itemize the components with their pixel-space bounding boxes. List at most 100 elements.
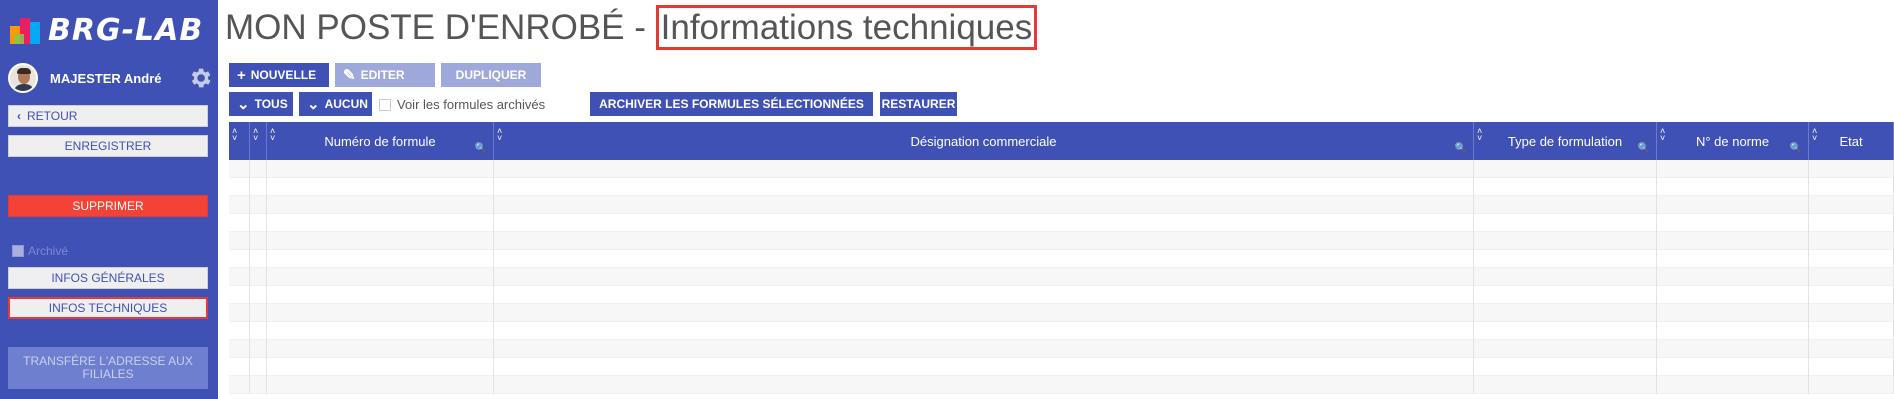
archive-selected-button[interactable]: ARCHIVER LES FORMULES SÉLECTIONNÉES: [590, 92, 873, 116]
table-cell: [494, 322, 1474, 340]
table-cell: [267, 160, 494, 178]
table-cell: [1657, 250, 1809, 268]
page-title-highlight: Informations techniques: [655, 5, 1038, 50]
show-archived-checkbox[interactable]: Voir les formules archivés: [379, 97, 545, 112]
table-cell: [1474, 160, 1657, 178]
header-label: Désignation commerciale: [910, 133, 1057, 149]
table-cell: [1657, 322, 1809, 340]
table-cell: [1809, 214, 1894, 232]
table-cell: [229, 232, 250, 250]
duplicate-button-label: DUPLIQUER: [455, 68, 527, 82]
table-cell: [1657, 214, 1809, 232]
header-col-norm-number[interactable]: ˄ ˅ N° de norme 🔍: [1657, 122, 1809, 160]
table-row: [229, 178, 1894, 196]
search-icon[interactable]: 🔍: [1455, 143, 1467, 154]
table-row: [229, 214, 1894, 232]
table-cell: [1657, 358, 1809, 376]
table-cell: [1474, 178, 1657, 196]
new-button-label: NOUVELLE: [250, 68, 317, 82]
header-col-checkbox[interactable]: ˄ ˅: [229, 122, 250, 160]
table-body: [229, 160, 1894, 399]
app-root: BRG-LAB MAJESTER André ‹ RETOUR ENREGIST…: [0, 0, 1894, 399]
sidebar: BRG-LAB MAJESTER André ‹ RETOUR ENREGIST…: [0, 0, 218, 399]
table-row: [229, 250, 1894, 268]
header-col-commercial-name[interactable]: ˄ ˅ Désignation commerciale 🔍: [494, 122, 1474, 160]
table-cell: [1809, 376, 1894, 394]
chevron-left-icon: ‹: [17, 109, 21, 123]
table-cell: [229, 376, 250, 394]
header-col-selector[interactable]: ˄ ˅: [250, 122, 267, 160]
sort-icon[interactable]: ˄ ˅: [1660, 127, 1665, 143]
logo-icon: [10, 18, 40, 44]
select-all-button[interactable]: ⌄ TOUS: [229, 92, 293, 116]
table-cell: [494, 304, 1474, 322]
table-cell: [267, 304, 494, 322]
duplicate-button[interactable]: DUPLIQUER: [441, 63, 541, 87]
sort-icon[interactable]: ˄ ˅: [232, 127, 237, 143]
search-icon[interactable]: 🔍: [1790, 143, 1802, 154]
table-cell: [267, 196, 494, 214]
table-row: [229, 268, 1894, 286]
table-cell: [267, 214, 494, 232]
table-cell: [250, 214, 267, 232]
select-none-label: AUCUN: [324, 97, 368, 111]
sort-icon[interactable]: ˄ ˅: [270, 127, 275, 143]
sort-icon[interactable]: ˄ ˅: [1812, 127, 1817, 143]
search-icon[interactable]: 🔍: [475, 143, 487, 154]
table-cell: [267, 322, 494, 340]
table-cell: [267, 340, 494, 358]
table-cell: [1657, 232, 1809, 250]
user-panel: MAJESTER André: [8, 62, 213, 94]
sort-icon[interactable]: ˄ ˅: [1477, 127, 1482, 143]
back-button-label: RETOUR: [27, 109, 78, 123]
table-cell: [229, 304, 250, 322]
table-cell: [267, 232, 494, 250]
table-cell: [1474, 304, 1657, 322]
table-cell: [1474, 322, 1657, 340]
table-cell: [1809, 196, 1894, 214]
table-cell: [267, 286, 494, 304]
header-col-formulation-type[interactable]: ˄ ˅ Type de formulation 🔍: [1474, 122, 1657, 160]
back-button[interactable]: ‹ RETOUR: [8, 105, 208, 127]
table-cell: [229, 286, 250, 304]
table-cell: [1657, 376, 1809, 394]
table-cell: [1657, 178, 1809, 196]
page-title-prefix: MON POSTE D'ENROBÉ -: [225, 8, 656, 47]
table-cell: [250, 178, 267, 196]
select-none-button[interactable]: ⌄ AUCUN: [299, 92, 372, 116]
sort-icon[interactable]: ˄ ˅: [497, 127, 502, 143]
edit-button[interactable]: ✎ EDITER: [335, 63, 435, 87]
archived-checkbox[interactable]: Archivé: [12, 244, 68, 258]
search-icon[interactable]: 🔍: [1638, 143, 1650, 154]
checkbox-icon: [379, 98, 391, 111]
technical-info-button[interactable]: INFOS TECHNIQUES: [8, 297, 208, 319]
header-col-status[interactable]: ˄ ˅ Etat: [1809, 122, 1894, 160]
checkbox-icon: [12, 245, 24, 257]
restore-button[interactable]: RESTAURER: [880, 92, 957, 116]
table-cell: [250, 376, 267, 394]
gear-icon[interactable]: [187, 65, 213, 91]
sort-icon[interactable]: ˄ ˅: [253, 127, 258, 143]
table-cell: [494, 268, 1474, 286]
chevron-down-icon: ⌄: [307, 95, 320, 113]
transfer-address-button[interactable]: TRANSFÉRE L'ADRESSE AUX FILIALES: [8, 347, 208, 389]
table-cell: [229, 178, 250, 196]
header-label: Etat: [1839, 133, 1863, 149]
table-cell: [494, 286, 1474, 304]
table-cell: [250, 268, 267, 286]
save-button[interactable]: ENREGISTRER: [8, 135, 208, 157]
table-cell: [1809, 250, 1894, 268]
new-button[interactable]: + NOUVELLE: [229, 63, 329, 87]
table-cell: [494, 358, 1474, 376]
general-info-button[interactable]: INFOS GÉNÉRALES: [8, 267, 208, 289]
delete-button[interactable]: SUPPRIMER: [8, 195, 208, 217]
table-cell: [1474, 340, 1657, 358]
table-cell: [1809, 286, 1894, 304]
table-cell: [1657, 160, 1809, 178]
table-cell: [1474, 250, 1657, 268]
table-cell: [1809, 340, 1894, 358]
table-cell: [1474, 268, 1657, 286]
table-cell: [229, 322, 250, 340]
table-row: [229, 286, 1894, 304]
header-col-formula-number[interactable]: ˄ ˅ Numéro de formule 🔍: [267, 122, 494, 160]
